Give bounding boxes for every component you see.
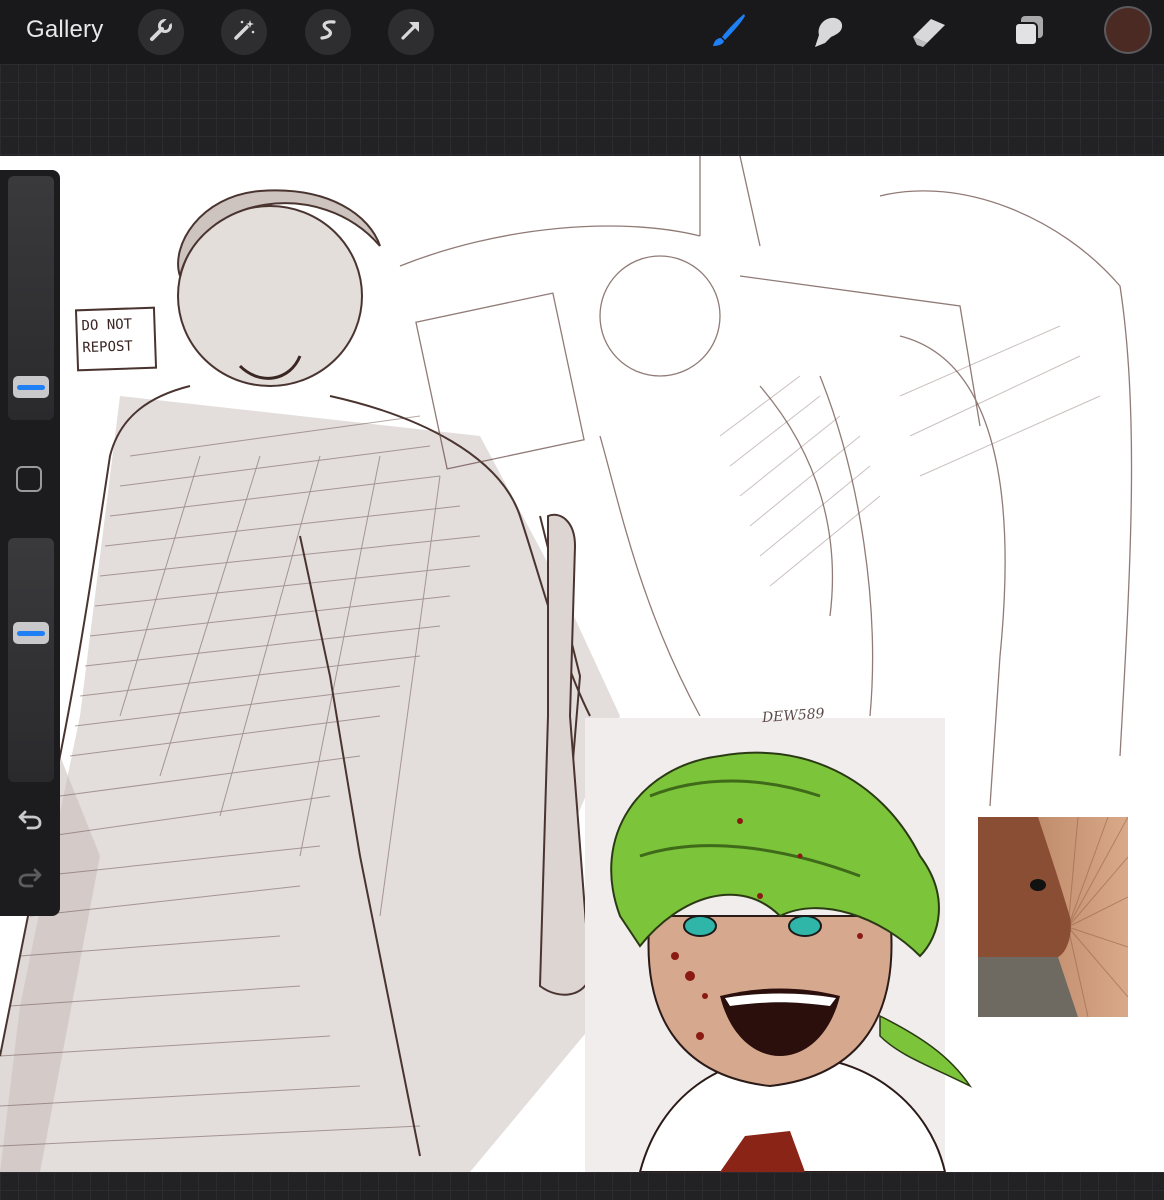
opacity-slider[interactable] [8,538,54,782]
eraser-icon [909,11,949,56]
transform-arrow-icon [398,17,424,48]
gallery-button[interactable]: Gallery [26,16,103,44]
brush-button[interactable] [705,10,751,56]
selection-button[interactable] [305,9,351,55]
brush-icon [708,11,748,56]
brush-size-thumb[interactable] [8,376,54,398]
transform-button[interactable] [388,9,434,55]
actions-button[interactable] [138,9,184,55]
canvas-background-grid [0,64,1164,156]
selection-icon [315,17,341,48]
redo-button[interactable] [14,862,46,894]
wrench-icon [148,17,174,48]
opacity-thumb[interactable] [8,622,54,644]
reference-photo [978,817,1128,1017]
sketch-artwork [0,156,1133,1172]
brush-size-slider[interactable] [8,176,54,420]
adjustments-button[interactable] [221,9,267,55]
color-picker-button[interactable] [1106,8,1150,52]
drawing-canvas[interactable]: DO NOT REPOST DEW589 [0,156,1164,1172]
do-not-repost-note: DO NOT REPOST [74,306,158,372]
smudge-icon [807,11,847,56]
undo-button[interactable] [14,804,46,836]
magic-wand-icon [231,17,257,48]
eraser-button[interactable] [906,10,952,56]
canvas-background-grid-bottom [0,1172,1164,1200]
redo-icon [16,862,44,895]
top-toolbar: Gallery [0,0,1164,64]
smudge-button[interactable] [804,10,850,56]
layers-icon [1009,11,1049,56]
modify-button[interactable] [16,466,42,492]
procreate-app: Gallery DO NOT REPOST DEW589 [0,0,1164,1200]
left-sidebar [0,170,60,916]
undo-icon [16,804,44,837]
layers-button[interactable] [1006,10,1052,56]
